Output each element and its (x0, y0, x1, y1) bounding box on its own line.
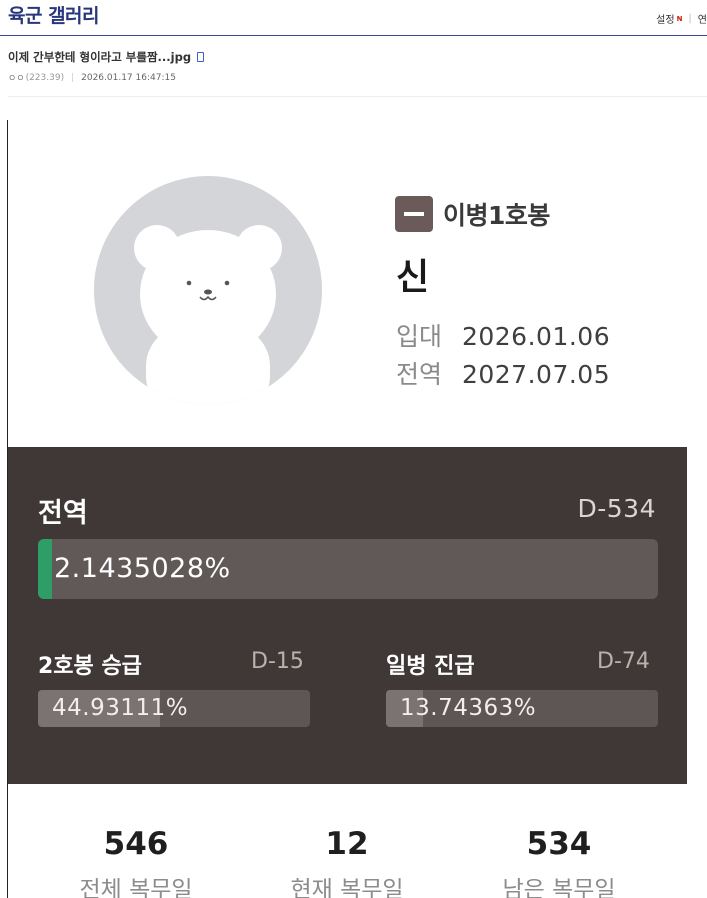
stat-label: 전체 복무일 (79, 877, 193, 898)
discharge-progress-bar: 2.1435028% (38, 539, 658, 599)
rank-badge-icon (395, 196, 433, 232)
promotion-step-dday: D-15 (251, 649, 304, 674)
post-divider (8, 96, 707, 97)
gallery-title[interactable]: 육군 갤러리 (8, 1, 100, 28)
stat-current-days: 12 현재 복무일 (257, 826, 437, 898)
menu-separator: | (688, 13, 692, 24)
meta-separator: | (71, 72, 75, 83)
profile-card: 이병1호봉 신 입대 2026.01.06 전역 2027.07.05 (8, 120, 687, 447)
promotion-rank-label: 일병 진급 (386, 654, 475, 679)
discharge-date: 2027.07.05 (461, 360, 611, 389)
discharge-progress-text: 2.1435028% (54, 553, 231, 584)
stat-value: 546 (103, 826, 169, 862)
post-author-ip: (223.39) (25, 72, 65, 83)
stat-total-days: 546 전체 복무일 (46, 826, 226, 898)
enlist-date: 2026.01.06 (461, 322, 611, 351)
bear-avatar-icon (94, 176, 322, 404)
stat-value: 12 (325, 826, 369, 862)
promotion-step-bar: 44.93111% (38, 690, 310, 727)
discharge-date-row: 전역 2027.07.05 (396, 355, 610, 391)
discharge-progress-label: 전역 (38, 498, 88, 529)
post-date: 2026.01.17 16:47:15 (81, 72, 176, 83)
gallery-header: 육군 갤러리 설정 N | 연 (0, 0, 707, 36)
rank-label: 이병1호봉 (443, 201, 550, 230)
promotion-step-text: 44.93111% (52, 695, 189, 721)
enlist-date-row: 입대 2026.01.06 (396, 317, 610, 353)
discharge-dday: D-534 (577, 494, 656, 523)
promotion-rank-text: 13.74363% (400, 695, 537, 721)
stat-label: 현재 복무일 (290, 877, 404, 898)
discharge-progress-fill (38, 539, 52, 599)
new-badge: N (676, 14, 683, 23)
header-menu: 설정 N | 연 (656, 11, 707, 26)
post-title-text: 이제 간부한테 형이라고 부를짬...jpg (8, 50, 192, 64)
post-author[interactable]: ㅇㅇ (8, 71, 25, 84)
mobile-icon (197, 52, 205, 62)
discharge-date-label: 전역 (396, 360, 443, 389)
settings-link[interactable]: 설정 (656, 11, 674, 26)
promotion-rank-bar: 13.74363% (386, 690, 658, 727)
stat-remaining-days: 534 남은 복무일 (469, 826, 649, 898)
promotion-rank-dday: D-74 (597, 649, 650, 674)
enlist-label: 입대 (396, 322, 443, 351)
post-title: 이제 간부한테 형이라고 부를짬...jpg (8, 49, 205, 65)
rank-row: 이병1호봉 (395, 196, 550, 232)
soldier-name: 신 (396, 257, 430, 298)
promotion-step-label: 2호봉 승급 (38, 654, 142, 679)
post-meta: ㅇㅇ (223.39) | 2026.01.17 16:47:15 (8, 71, 176, 85)
stat-label: 남은 복무일 (502, 877, 616, 898)
progress-panel: 전역 D-534 2.1435028% 2호봉 승급 D-15 44.93111… (8, 447, 687, 784)
stat-value: 534 (526, 826, 592, 862)
header-link-cut[interactable]: 연 (698, 11, 707, 26)
